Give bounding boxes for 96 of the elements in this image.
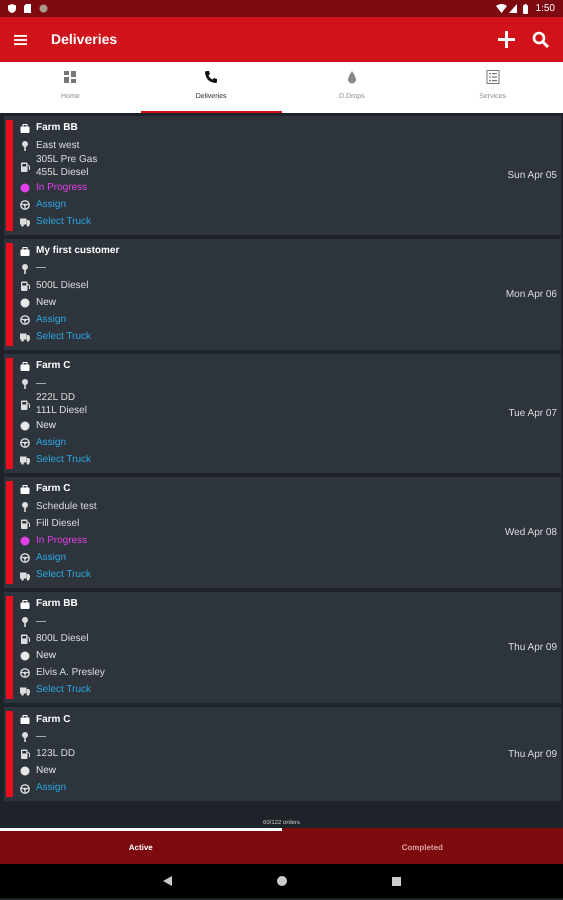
product-text: 305L Pre Gas: [36, 154, 98, 167]
briefcase-icon: [20, 600, 30, 610]
fuel-pump-icon: [20, 634, 30, 644]
delivery-card[interactable]: Farm BB — 800L Diesel New Elvis A. Presley Select Truck Thu Apr 09: [4, 592, 561, 704]
product-text: 500L Diesel: [36, 280, 88, 292]
location-text: East west: [36, 140, 80, 152]
product-text: 800L Diesel: [36, 632, 88, 646]
wifi-icon: [496, 4, 507, 13]
shield-icon: [8, 4, 16, 13]
status-text: New: [36, 765, 56, 778]
pin-icon: [20, 502, 30, 512]
driver-name: Elvis A. Presley: [36, 667, 105, 680]
recents-icon[interactable]: [392, 876, 400, 886]
truck-icon: [20, 332, 30, 342]
clock-time: 1:50: [536, 2, 555, 16]
delivery-card[interactable]: My first customer — 500L Diesel New Assign Select Truck Mon Apr 06: [4, 238, 561, 350]
grid-icon: [63, 70, 78, 84]
delivery-date: Wed Apr 08: [504, 526, 557, 540]
status-text: In Progress: [36, 182, 88, 194]
briefcase-icon: [20, 124, 30, 134]
delivery-date: Mon Apr 06: [506, 288, 557, 302]
select-truck-link[interactable]: Select Truck: [36, 216, 92, 229]
search-icon[interactable]: [532, 31, 549, 48]
location-text: Schedule test: [36, 500, 97, 514]
status-text: New: [36, 650, 56, 663]
truck-icon: [20, 570, 30, 581]
steering-wheel-icon: [20, 784, 30, 794]
pin-icon: [20, 264, 30, 274]
briefcase-icon: [20, 246, 30, 257]
select-truck-link[interactable]: Select Truck: [36, 569, 92, 582]
list-icon: [486, 70, 500, 84]
select-truck-link[interactable]: Select Truck: [36, 684, 92, 697]
status-text: New: [36, 296, 56, 310]
product-text: 455L Diesel: [36, 166, 90, 180]
phone-icon: [204, 70, 218, 84]
delivery-card[interactable]: Farm C — 123L DD New Assign Thu Apr 09: [4, 707, 561, 802]
product-text: 222L DD: [36, 392, 76, 405]
delivery-card[interactable]: Farm BB East west 305L Pre Gas 455L Diesel In Progress Assign Select Truck Sun Apr 05: [4, 116, 561, 235]
truck-icon: [20, 686, 30, 696]
customer-name: Farm C: [36, 483, 70, 496]
truck-icon: [20, 217, 30, 228]
customer-name: Farm BB: [36, 122, 78, 135]
assign-link[interactable]: Assign: [36, 782, 66, 795]
delivery-card[interactable]: Farm C — 222L DD 111L Diesel New Assign Select Truck Tue Apr 07: [4, 354, 561, 473]
location-text: —: [36, 730, 46, 744]
back-icon[interactable]: [162, 876, 172, 886]
customer-name: Farm BB: [36, 598, 78, 611]
product-text: Fill Diesel: [36, 518, 80, 530]
screen-title: Deliveries: [51, 30, 118, 49]
pin-icon: [20, 732, 30, 742]
pin-icon: [20, 378, 30, 389]
assign-link[interactable]: Assign: [36, 436, 66, 450]
briefcase-icon: [20, 484, 30, 495]
delivery-date: Sun Apr 05: [508, 168, 557, 183]
steering-wheel-icon: [20, 438, 30, 448]
delivery-date: Thu Apr 09: [508, 748, 557, 762]
product-text: 111L Diesel: [36, 404, 87, 418]
location-text: —: [36, 378, 46, 390]
assign-link[interactable]: Assign: [36, 198, 66, 212]
status-text: New: [36, 420, 56, 432]
delivery-date: Thu Apr 09: [508, 641, 557, 656]
customer-name: My first customer: [36, 245, 120, 258]
circle-icon: [39, 4, 48, 13]
sd-card-icon: [24, 4, 31, 13]
location-text: —: [36, 262, 46, 275]
truck-icon: [20, 455, 30, 466]
fuel-pump-icon: [20, 162, 30, 172]
select-truck-link[interactable]: Select Truck: [36, 454, 92, 467]
briefcase-icon: [20, 362, 30, 372]
add-icon[interactable]: [498, 31, 515, 48]
customer-name: Farm C: [36, 360, 70, 373]
briefcase-icon: [20, 714, 30, 725]
select-truck-link[interactable]: Select Truck: [36, 331, 92, 344]
fuel-pump-icon: [20, 400, 30, 410]
customer-name: Farm C: [36, 714, 70, 726]
fuel-pump-icon: [20, 749, 30, 760]
assign-link[interactable]: Assign: [36, 552, 66, 565]
location-text: —: [36, 616, 46, 628]
steering-wheel-icon: [20, 668, 30, 678]
assign-link[interactable]: Assign: [36, 314, 66, 327]
pin-icon: [20, 140, 30, 151]
steering-wheel-icon: [20, 200, 30, 210]
home-icon[interactable]: [276, 876, 286, 886]
menu-icon[interactable]: [14, 34, 27, 44]
delivery-card[interactable]: Farm C Schedule test Fill Diesel In Progress Assign Select Truck Wed Apr 08: [4, 477, 561, 588]
steering-wheel-icon: [20, 315, 30, 326]
pin-icon: [20, 616, 30, 627]
steering-wheel-icon: [20, 553, 30, 564]
bottom-tab[interactable]: Completed: [282, 828, 563, 864]
fuel-pump-icon: [20, 518, 30, 529]
battery-icon: [522, 4, 528, 14]
status-text: In Progress: [36, 534, 88, 548]
delivery-date: Tue Apr 07: [508, 407, 557, 422]
signal-icon: [508, 4, 517, 13]
fuel-pump-icon: [20, 280, 30, 291]
product-text: 123L DD: [36, 748, 76, 760]
